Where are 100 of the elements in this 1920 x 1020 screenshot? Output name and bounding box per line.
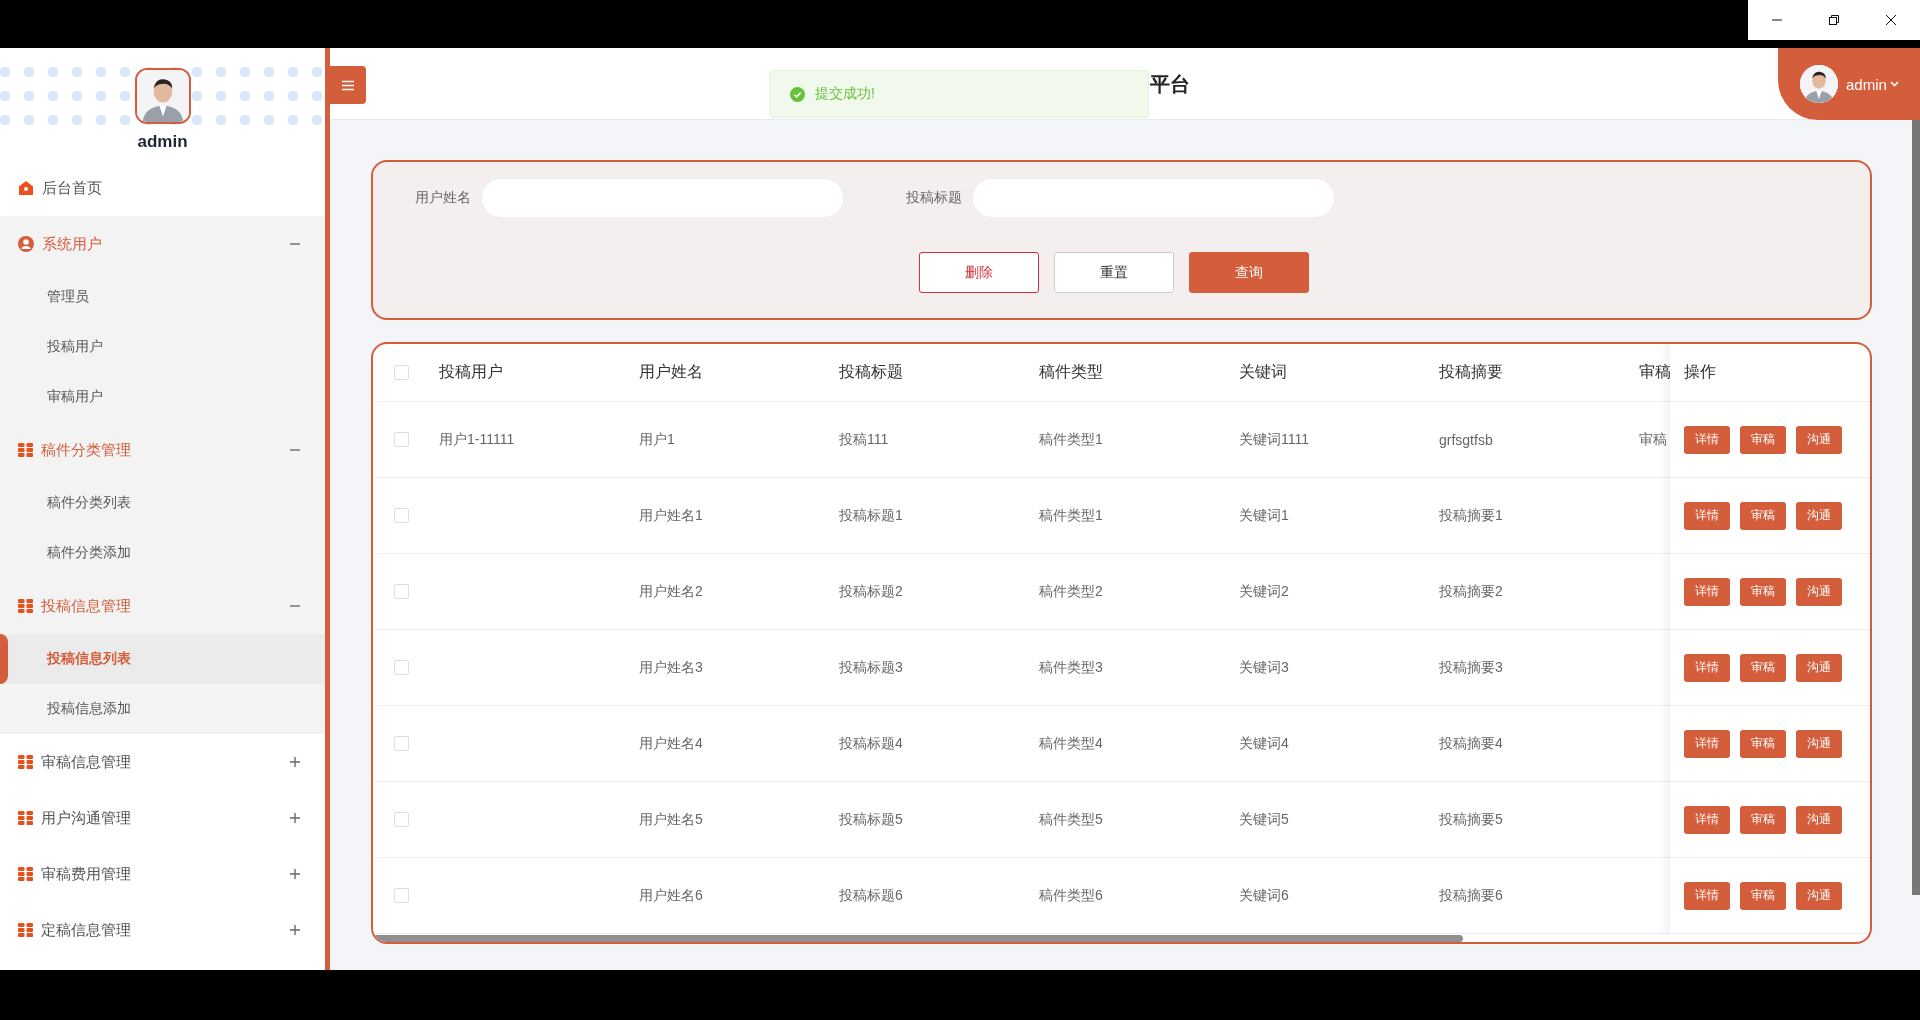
table-cell: 稿件类型2 [1039,582,1103,601]
chat-button[interactable]: 沟通 [1796,501,1842,530]
check-icon [790,86,805,102]
chat-button[interactable]: 沟通 [1796,729,1842,758]
plus-icon[interactable] [289,756,301,768]
column-header: 投稿用户 [439,362,503,382]
menu-item[interactable]: 定稿信息管理 [0,902,325,958]
table-cell: 关键词3 [1239,658,1289,677]
menu-item[interactable]: 后台首页 [0,160,325,216]
toast-message: 提交成功! [815,85,875,103]
field-label: 用户姓名 [414,189,471,207]
column-header: 操作 [1684,362,1716,382]
plus-icon[interactable] [289,924,301,936]
review-button[interactable]: 审稿 [1740,881,1786,910]
details-button[interactable]: 详情 [1684,805,1730,834]
user-menu[interactable]: admin [1846,75,1899,93]
table-cell: 投稿111 [839,430,889,449]
checkbox[interactable] [393,432,409,447]
table-cell: 用户姓名1 [639,506,703,525]
checkbox[interactable] [393,888,409,903]
reset-button[interactable]: 重置 [1053,252,1174,293]
review-button[interactable]: 审稿 [1740,653,1786,682]
menu-item[interactable]: 投稿信息管理 [0,578,325,634]
menu-icon [342,79,354,91]
table-cell: 用户1-11111 [439,430,515,449]
review-button[interactable]: 审稿 [1740,425,1786,454]
table-cell: 投稿摘要2 [1439,582,1503,601]
review-button[interactable]: 审稿 [1740,805,1786,834]
checkbox[interactable] [393,812,409,827]
menu-item[interactable]: 稿件分类管理 [0,422,325,478]
plus-icon[interactable] [289,812,301,824]
details-button[interactable]: 详情 [1684,653,1730,682]
grid-icon [18,866,33,882]
details-button[interactable]: 详情 [1684,881,1730,910]
submenu-item[interactable]: 稿件分类添加 [0,528,325,578]
menu-item[interactable]: 系统用户 [0,216,325,272]
table-cell: 稿件类型1 [1039,506,1103,525]
table-cell: 用户姓名2 [639,582,703,601]
submenu-item[interactable]: 投稿信息添加 [0,684,325,734]
table-cell: 稿件类型3 [1039,658,1103,677]
user-icon [18,236,34,252]
column-header: 用户姓名 [639,362,703,382]
table-cell: 稿件类型4 [1039,734,1103,753]
table-cell: 投稿标题6 [839,886,903,905]
table-cell: 用户1 [639,430,675,449]
details-button[interactable]: 详情 [1684,501,1730,530]
column-header: 关键词 [1239,362,1287,382]
scrollbar[interactable] [1912,120,1920,895]
table-cell: grfsgtfsb [1439,431,1493,448]
menu-item[interactable]: 审稿信息管理 [0,734,325,790]
field-label: 投稿标题 [905,189,962,207]
checkbox[interactable] [393,584,409,599]
menu-item[interactable]: 用户沟通管理 [0,790,325,846]
chat-button[interactable]: 沟通 [1796,653,1842,682]
table-cell: 投稿标题3 [839,658,903,677]
table-cell: 稿件类型5 [1039,810,1103,829]
submenu-item[interactable]: 管理员 [0,272,325,322]
submenu-item[interactable]: 审稿用户 [0,372,325,422]
table-cell: 投稿标题1 [839,506,903,525]
chat-button[interactable]: 沟通 [1796,577,1842,606]
table-cell: 关键词2 [1239,582,1289,601]
table-cell: 用户姓名6 [639,886,703,905]
chat-button[interactable]: 沟通 [1796,425,1842,454]
delete-button[interactable]: 删除 [918,252,1039,293]
plus-icon[interactable] [289,868,301,880]
submenu-item[interactable]: 稿件分类列表 [0,478,325,528]
restore-icon [1828,14,1840,26]
close-icon [1885,14,1898,26]
details-button[interactable]: 详情 [1684,425,1730,454]
menu-button[interactable] [330,66,366,104]
checkbox[interactable] [393,365,409,380]
grid-icon [18,922,33,938]
table-cell: 用户姓名3 [639,658,703,677]
table-cell: 稿件类型1 [1039,430,1103,449]
grid-icon [18,754,33,770]
review-button[interactable]: 审稿 [1740,729,1786,758]
review-button[interactable]: 审稿 [1740,577,1786,606]
table-cell: 关键词6 [1239,886,1289,905]
details-button[interactable]: 详情 [1684,729,1730,758]
table-cell: 投稿标题4 [839,734,903,753]
menu-item[interactable]: 审稿费用管理 [0,846,325,902]
table-cell: 投稿摘要5 [1439,810,1503,829]
chat-button[interactable]: 沟通 [1796,881,1842,910]
review-button[interactable]: 审稿 [1740,501,1786,530]
column-header: 稿件类型 [1039,362,1103,382]
search-button[interactable]: 查询 [1188,252,1309,293]
checkbox[interactable] [393,660,409,675]
chevron-down-icon [1889,81,1899,87]
home-icon [18,180,34,196]
submenu-item[interactable]: 投稿信息列表 [0,634,325,684]
column-header: 投稿摘要 [1439,362,1503,382]
table-cell: 关键词1111 [1239,430,1310,449]
scrollbar[interactable] [373,935,1463,942]
checkbox[interactable] [393,508,409,523]
chat-button[interactable]: 沟通 [1796,805,1842,834]
submenu-item[interactable]: 投稿用户 [0,322,325,372]
checkbox[interactable] [393,736,409,751]
details-button[interactable]: 详情 [1684,577,1730,606]
grid-icon [18,598,33,614]
column-header: 投稿标题 [839,362,903,382]
